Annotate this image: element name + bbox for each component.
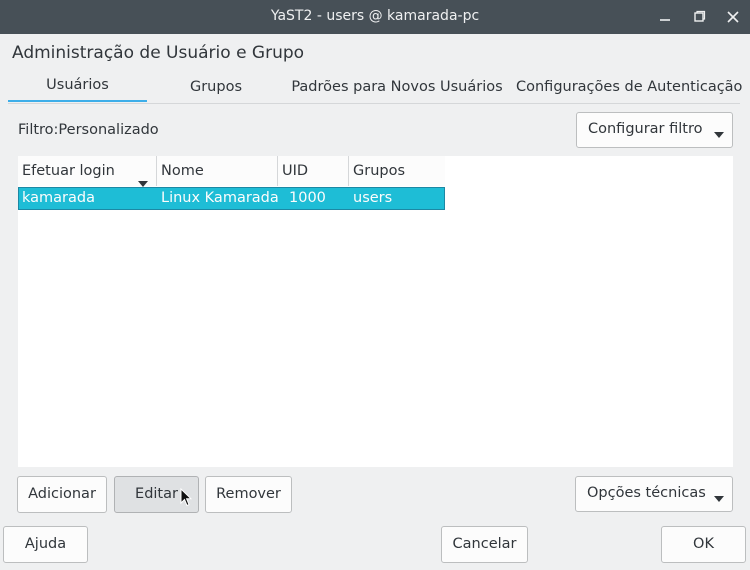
filter-label: Filtro:Personalizado — [18, 122, 159, 138]
column-header-grupos[interactable]: Grupos — [349, 156, 445, 186]
help-button[interactable]: Ajuda — [3, 526, 88, 563]
chevron-down-icon — [714, 126, 724, 142]
maximize-icon[interactable] — [690, 8, 708, 26]
cell-grupos: users — [353, 190, 393, 206]
table-header: Efetuar login Nome UID Grupos — [18, 156, 445, 187]
ok-button[interactable]: OK — [661, 526, 746, 563]
column-header-login-label: Efetuar login — [22, 163, 115, 179]
cell-login: kamarada — [22, 190, 95, 206]
cancel-button[interactable]: Cancelar — [441, 526, 528, 563]
tab-usuarios[interactable]: Usuários — [8, 70, 147, 102]
tab-grupos[interactable]: Grupos — [184, 72, 248, 102]
configure-filter-label: Configurar filtro — [588, 121, 703, 137]
tab-configuracoes-autenticacao[interactable]: Configurações de Autenticação — [516, 72, 742, 102]
technical-options-dropdown[interactable]: Opções técnicas — [575, 476, 733, 512]
cell-nome: Linux Kamarada — [161, 190, 279, 206]
column-header-uid[interactable]: UID — [278, 156, 349, 186]
page-title: Administração de Usuário e Grupo — [12, 43, 305, 63]
window-titlebar: YaST2 - users @ kamarada-pc — [0, 0, 750, 34]
users-table[interactable]: Efetuar login Nome UID Grupos kamarada L… — [18, 156, 733, 467]
close-icon[interactable] — [724, 8, 742, 26]
column-header-nome[interactable]: Nome — [157, 156, 278, 186]
minimize-icon[interactable] — [656, 8, 674, 26]
technical-options-label: Opções técnicas — [587, 485, 706, 501]
window-title: YaST2 - users @ kamarada-pc — [270, 8, 480, 24]
cell-uid: 1000 — [289, 190, 326, 206]
add-button[interactable]: Adicionar — [17, 476, 107, 513]
column-header-login[interactable]: Efetuar login — [18, 156, 157, 187]
tab-bar: Usuários Grupos Padrões para Novos Usuár… — [8, 70, 742, 104]
remove-button[interactable]: Remover — [205, 476, 292, 513]
tab-padroes-novos-usuarios[interactable]: Padrões para Novos Usuários — [291, 72, 503, 102]
mouse-pointer-icon — [180, 487, 193, 511]
configure-filter-dropdown[interactable]: Configurar filtro — [576, 112, 733, 148]
table-row[interactable]: kamarada Linux Kamarada 1000 users — [18, 187, 445, 210]
chevron-down-icon — [714, 490, 724, 506]
tab-divider — [8, 103, 740, 104]
